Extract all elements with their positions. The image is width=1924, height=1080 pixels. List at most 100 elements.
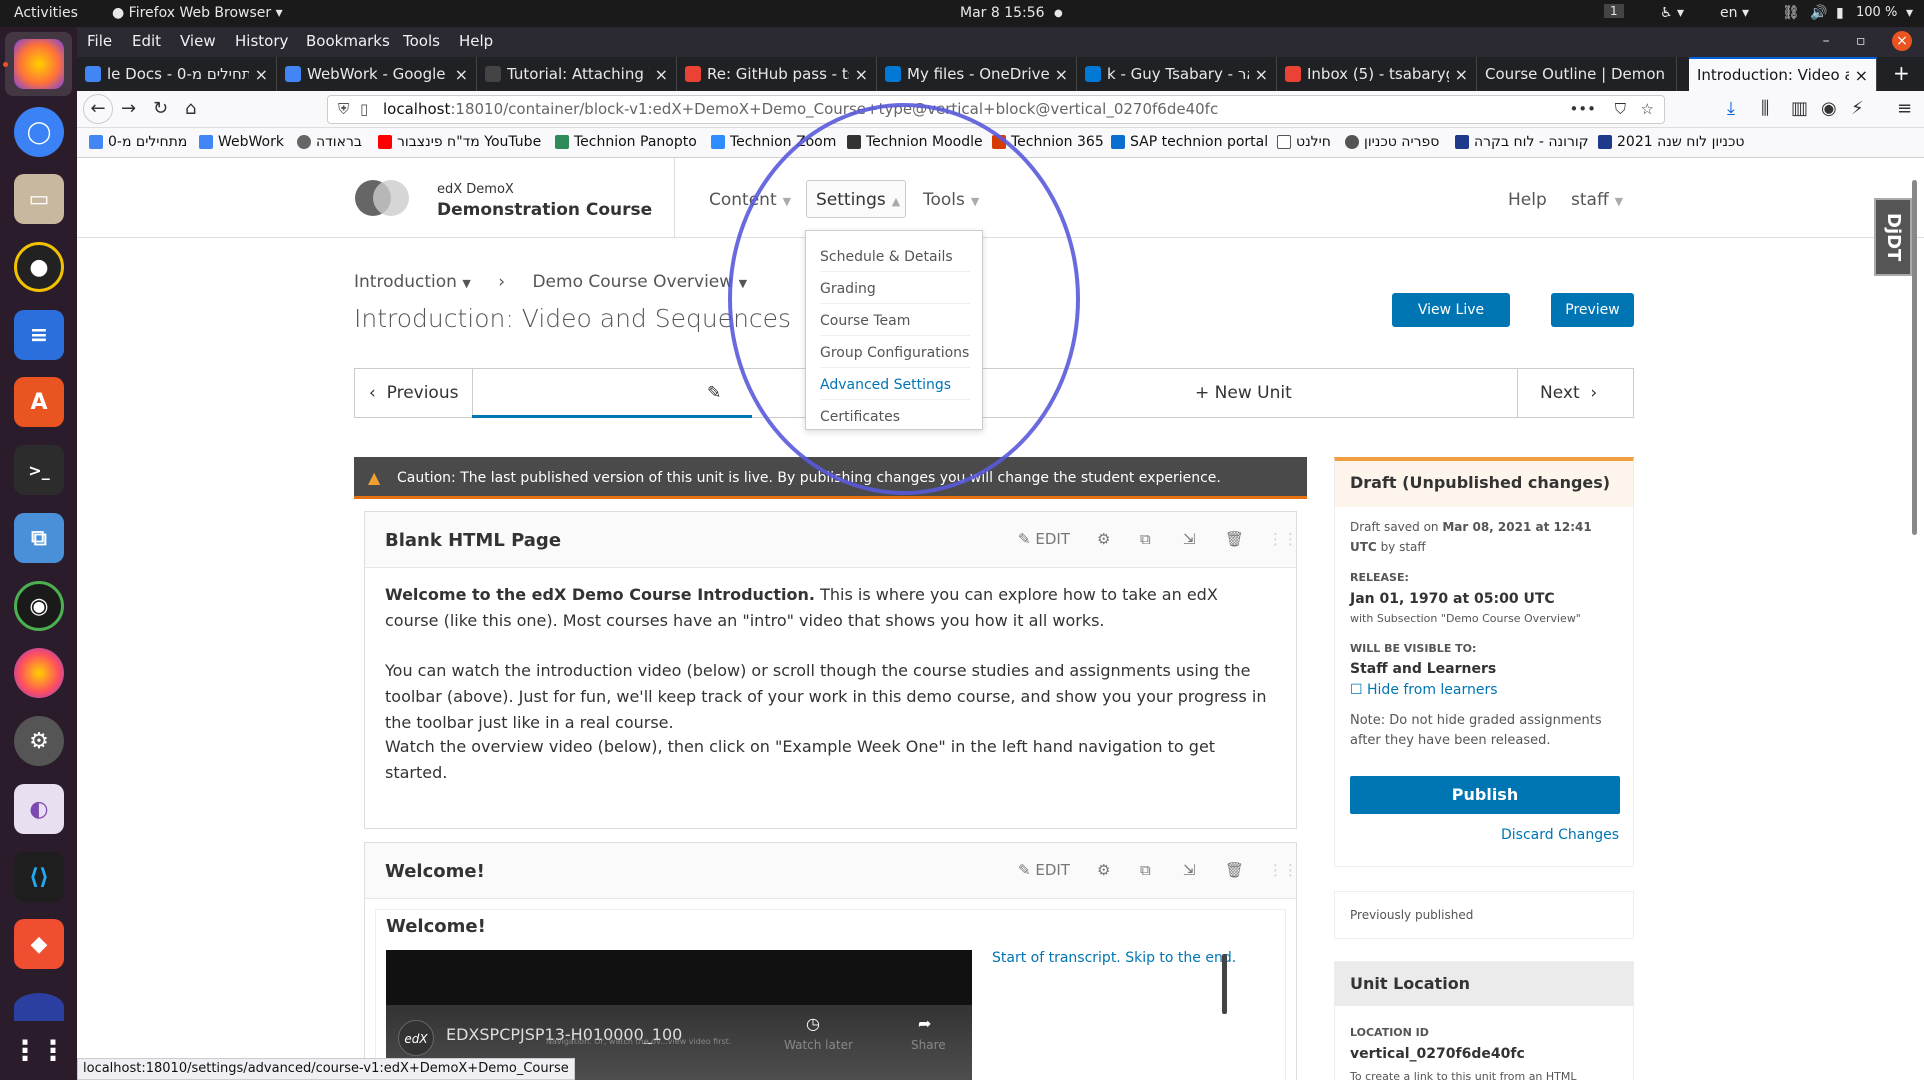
menu-help[interactable]: Help: [459, 32, 493, 50]
bookmark-star-icon[interactable]: ☆: [1641, 96, 1654, 123]
previous-button[interactable]: ‹ Previous: [369, 369, 458, 417]
network-icon[interactable]: ⛓: [1782, 5, 1800, 21]
drag-handle-icon[interactable]: ⋮⋮: [1268, 530, 1298, 548]
screenshot-icon[interactable]: ⧉: [14, 513, 64, 563]
discard-changes-link[interactable]: Discard Changes: [1501, 827, 1619, 843]
nav-help[interactable]: Help: [1508, 190, 1547, 210]
sidebar-icon[interactable]: ▥: [1791, 98, 1808, 119]
delete-icon[interactable]: 🗑: [1225, 861, 1244, 879]
bookmark-item[interactable]: Technion Moodle: [847, 134, 983, 150]
menu-bookmarks[interactable]: Bookmarks: [306, 32, 390, 50]
app-menu[interactable]: ● Firefox Web Browser ▾: [112, 5, 283, 21]
forward-icon[interactable]: →: [121, 98, 136, 119]
volume-icon[interactable]: 🔊: [1810, 5, 1827, 21]
tab-gmail-inbox[interactable]: Inbox (5) - tsabaryg@×: [1277, 57, 1477, 91]
vscode-icon[interactable]: ⟨⟩: [14, 852, 64, 902]
bookmark-item[interactable]: Technion Zoom: [711, 134, 836, 150]
tracking-shield-icon[interactable]: ⛨: [338, 96, 349, 123]
writer-icon[interactable]: ≡: [14, 310, 64, 360]
tweaks-icon[interactable]: ◐: [14, 784, 64, 834]
django-debug-toolbar-handle[interactable]: DjDT: [1874, 198, 1912, 276]
clock[interactable]: Mar 8 15:56: [960, 5, 1045, 21]
move-icon[interactable]: ⇲: [1183, 530, 1196, 548]
close-tab-icon[interactable]: ×: [1849, 66, 1868, 85]
bookmark-item[interactable]: קורונה - לוח בקרה: [1455, 134, 1589, 150]
bookmark-item[interactable]: בראודה: [297, 134, 362, 150]
close-tab-icon[interactable]: ×: [449, 65, 468, 84]
software-center-icon[interactable]: A: [14, 377, 64, 427]
move-icon[interactable]: ⇲: [1183, 861, 1196, 879]
menu-item-grading[interactable]: Grading: [820, 281, 970, 304]
url-bar[interactable]: ⛨ ▯ localhost:18010/container/block-v1:e…: [327, 95, 1665, 124]
language-selector[interactable]: en ▾: [1720, 5, 1749, 21]
tab-gmail-github[interactable]: Re: GitHub pass - tsab×: [677, 57, 877, 91]
menu-item-group-configurations[interactable]: Group Configurations: [820, 345, 970, 368]
tab-introduction-active[interactable]: Introduction: Video and×: [1689, 57, 1877, 91]
new-unit-button[interactable]: + New Unit: [1195, 369, 1292, 417]
drag-handle-icon[interactable]: ⋮⋮: [1268, 861, 1298, 879]
account-icon[interactable]: ◉: [1821, 98, 1837, 119]
terminal-icon[interactable]: >_: [14, 445, 64, 495]
files-icon[interactable]: ▭: [14, 174, 64, 224]
close-tab-icon[interactable]: ×: [649, 65, 668, 84]
activities-button[interactable]: Activities: [14, 5, 78, 21]
tab-onedrive[interactable]: My files - OneDrive ×: [877, 57, 1077, 91]
nav-user[interactable]: staff ▼: [1571, 190, 1623, 210]
preview-button[interactable]: Preview: [1551, 293, 1634, 327]
camera-icon[interactable]: ◉: [14, 581, 64, 631]
bookmark-item[interactable]: ספריה טכניון: [1345, 134, 1439, 150]
delete-icon[interactable]: 🗑: [1225, 530, 1244, 548]
breadcrumb-section[interactable]: Introduction ▼: [354, 272, 471, 292]
tab-tutorial[interactable]: Tutorial: Attaching Vi ×: [477, 57, 677, 91]
nav-settings-label-wrap[interactable]: Settings ▲: [816, 190, 900, 210]
hamburger-menu-icon[interactable]: ≡: [1897, 98, 1912, 119]
bookmark-item[interactable]: SAP technion portal: [1111, 134, 1268, 150]
transcript-scrollbar[interactable]: [1222, 954, 1227, 1014]
signal-icon[interactable]: ◯: [14, 107, 64, 157]
view-live-button[interactable]: View Live Version: [1392, 293, 1510, 352]
nav-tools[interactable]: Tools ▼: [923, 190, 979, 210]
tab-outlook[interactable]: k - Guy Tsabary - דואר×: [1077, 57, 1277, 91]
partial-app-icon[interactable]: [14, 993, 64, 1021]
close-tab-icon[interactable]: ×: [849, 65, 868, 84]
gear-icon[interactable]: ⚙: [1097, 861, 1110, 879]
studio-logo[interactable]: [355, 180, 411, 216]
show-applications-icon[interactable]: ⋮⋮: [11, 1025, 67, 1075]
home-icon[interactable]: ⌂: [185, 98, 196, 119]
edit-button[interactable]: ✎ EDIT: [1018, 530, 1070, 548]
firefox-dev-icon[interactable]: [14, 648, 64, 698]
bookmark-item[interactable]: WebWork: [199, 134, 284, 150]
extension-icon[interactable]: ⚡: [1851, 98, 1864, 119]
close-tab-icon[interactable]: ×: [1049, 65, 1068, 84]
firefox-icon[interactable]: [14, 39, 64, 89]
settings-gear-icon[interactable]: ⚙: [14, 716, 64, 766]
next-button[interactable]: Next ›: [1540, 369, 1597, 417]
system-menu-icon[interactable]: ▾: [1906, 5, 1913, 21]
minimize-icon[interactable]: –: [1823, 33, 1830, 49]
menu-file[interactable]: File: [87, 32, 112, 50]
menu-item-certificates[interactable]: Certificates: [820, 409, 970, 431]
breadcrumb-subsection[interactable]: Demo Course Overview ▼: [532, 272, 747, 292]
transcript-skip-link[interactable]: Start of transcript. Skip to the end.: [992, 950, 1236, 966]
menu-item-advanced-settings[interactable]: Advanced Settings: [820, 377, 970, 400]
course-title[interactable]: Demonstration Course: [437, 200, 652, 220]
anydesk-icon[interactable]: ◆: [14, 919, 64, 969]
maximize-icon[interactable]: ▫: [1856, 33, 1866, 49]
tab-google-docs[interactable]: le Docs - מתחילים מ-0×: [77, 57, 277, 91]
downloads-icon[interactable]: ⤓: [1727, 98, 1735, 119]
edit-unit-icon[interactable]: ✎: [707, 369, 721, 417]
back-icon[interactable]: ←: [83, 94, 113, 124]
page-actions-icon[interactable]: •••: [1569, 96, 1596, 123]
watch-later-button[interactable]: Watch later: [784, 1038, 853, 1052]
close-tab-icon[interactable]: ×: [1249, 65, 1268, 84]
bookmark-item[interactable]: מד"ח פינצבור YouTube: [378, 134, 541, 150]
hide-from-learners-checkbox[interactable]: ☐ Hide from learners: [1350, 680, 1620, 700]
menu-tools[interactable]: Tools: [403, 32, 440, 50]
menu-item-schedule-details[interactable]: Schedule & Details: [820, 249, 970, 272]
battery-icon[interactable]: ▮: [1836, 5, 1844, 21]
reload-icon[interactable]: ↻: [153, 98, 168, 119]
close-tab-icon[interactable]: ×: [1449, 65, 1468, 84]
menu-view[interactable]: View: [180, 32, 216, 50]
duplicate-icon[interactable]: ⧉: [1140, 861, 1151, 879]
share-button[interactable]: Share: [911, 1038, 946, 1052]
